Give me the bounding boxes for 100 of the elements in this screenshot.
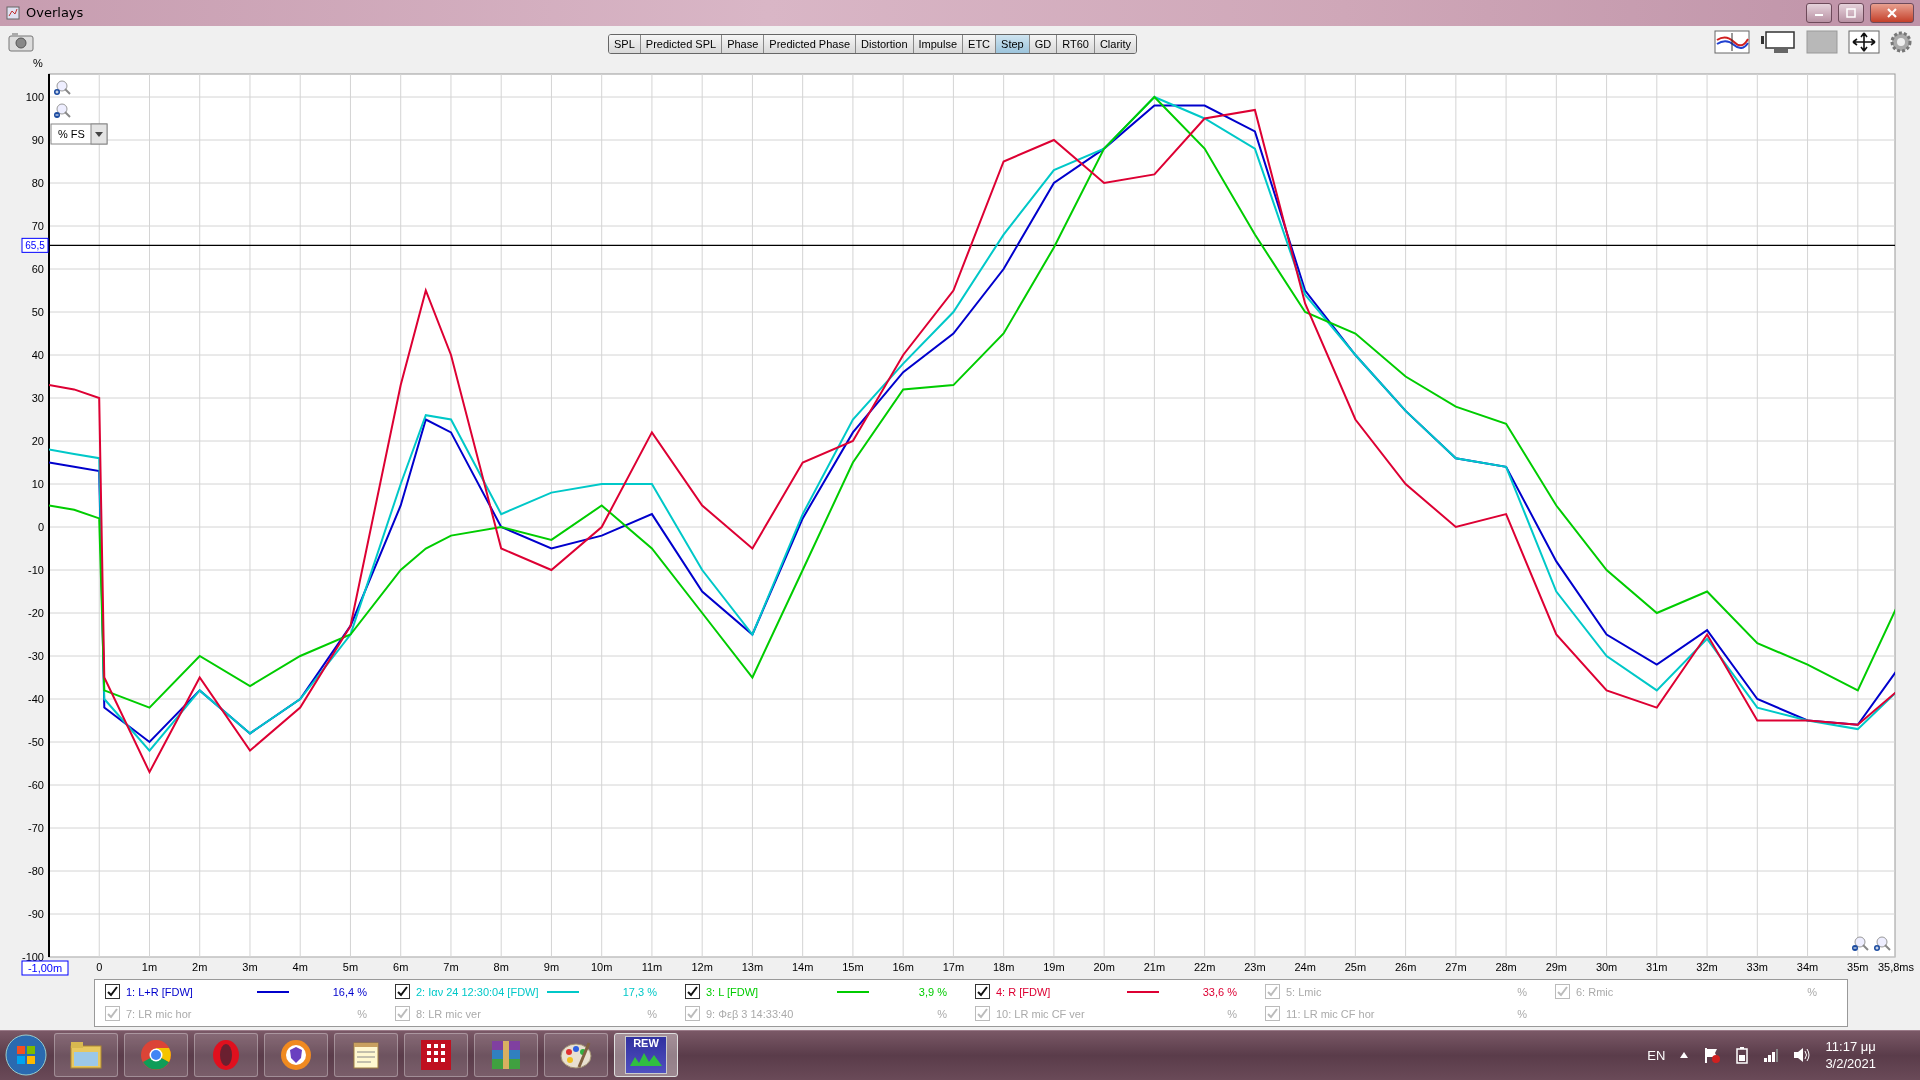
- graph-tab[interactable]: Step: [996, 34, 1030, 53]
- x-tick-label: 32m: [1696, 960, 1718, 973]
- taskbar-app[interactable]: [474, 1033, 538, 1078]
- y-tick-label: -100: [21, 950, 44, 963]
- x-tick-label: 16m: [892, 960, 914, 973]
- graph-tab[interactable]: ETC: [963, 34, 997, 53]
- taskbar-app[interactable]: [264, 1033, 328, 1078]
- x-tick-label: 1m: [141, 960, 158, 973]
- graph-tab[interactable]: Phase: [722, 34, 765, 53]
- x-tick-label: 11m: [641, 960, 663, 973]
- language-indicator[interactable]: EN: [1647, 1047, 1666, 1063]
- x-tick-label: 33m: [1746, 960, 1768, 973]
- series-value: %: [1516, 1007, 1527, 1020]
- graph-tab[interactable]: Predicted SPL: [640, 34, 723, 53]
- graph-tab[interactable]: Predicted Phase: [764, 34, 857, 53]
- x-tick-label: 29m: [1545, 960, 1568, 973]
- overlay-lines-icon[interactable]: [1714, 30, 1750, 55]
- taskbar-app[interactable]: [544, 1033, 608, 1078]
- graph-tab[interactable]: SPL: [609, 34, 641, 53]
- x-tick-label: 35m: [1847, 960, 1869, 973]
- y-tick-label: 60: [31, 262, 44, 275]
- settings-icon[interactable]: [1890, 31, 1912, 54]
- rew-logo: REW: [625, 1036, 667, 1075]
- x-tick-label: 0: [96, 960, 103, 973]
- series-label: 2: Ιαν 24 12:30:04 [FDW]: [416, 985, 540, 998]
- flag-icon[interactable]: [1703, 1046, 1722, 1065]
- y-tick-label: 50: [31, 305, 44, 318]
- speaker-icon[interactable]: [1793, 1047, 1812, 1064]
- series-value: %: [1806, 985, 1817, 998]
- taskbar-app[interactable]: REW: [614, 1033, 678, 1078]
- series-value: %: [936, 1007, 947, 1020]
- x-tick-label: 24m: [1294, 960, 1316, 973]
- zoom-in-icon[interactable]: [1874, 936, 1891, 951]
- y-tick-label: 20: [31, 434, 44, 447]
- x-tick-label: 25m: [1344, 960, 1367, 973]
- x-tick-label: 18m: [992, 960, 1015, 973]
- notepad-icon: [351, 1040, 381, 1071]
- taskbar-app[interactable]: [334, 1033, 398, 1078]
- series-value: %: [1226, 1007, 1237, 1020]
- x-tick-label: 20m: [1093, 960, 1115, 973]
- series-label: 10: LR mic CF ver: [996, 1007, 1086, 1020]
- minimize-button[interactable]: [1806, 2, 1832, 23]
- series-label: 5: Lmic: [1286, 985, 1323, 998]
- x-tick-label: 4m: [292, 960, 308, 973]
- start-button[interactable]: [4, 1033, 48, 1078]
- expand-arrows-icon[interactable]: [1848, 30, 1880, 55]
- zoom-in-icon[interactable]: [54, 80, 71, 95]
- cursor-line[interactable]: [48, 244, 1896, 246]
- maximize-icon: [1846, 7, 1856, 18]
- taskbar-app[interactable]: [194, 1033, 258, 1078]
- y-tick-label: 10: [31, 477, 44, 490]
- y-tick-label: -20: [28, 606, 44, 619]
- x-tick-label: 23m: [1244, 960, 1266, 973]
- taskbar-app[interactable]: [404, 1033, 468, 1078]
- y-tick-label: -80: [28, 864, 44, 877]
- x-tick-label: 3m: [242, 960, 258, 973]
- x-tick-label: 2m: [192, 960, 208, 973]
- series-label: 8: LR mic ver: [416, 1007, 482, 1020]
- x-tick-label: 6m: [393, 960, 409, 973]
- folder-icon: [69, 1040, 103, 1071]
- series-label: 7: LR mic hor: [126, 1007, 193, 1020]
- opera-icon: [211, 1039, 241, 1072]
- signal-icon[interactable]: [1763, 1047, 1780, 1064]
- unit-dropdown[interactable]: % FS: [50, 123, 108, 145]
- x-tick-label: 31m: [1646, 960, 1668, 973]
- y-tick-label: 0: [37, 520, 44, 533]
- chrome-icon: [140, 1039, 172, 1072]
- range-end-label: 35,8ms: [1877, 960, 1915, 973]
- series-checkbox[interactable]: [685, 984, 700, 1000]
- y-tick-label: 90: [31, 133, 44, 146]
- x-tick-label: 13m: [741, 960, 764, 973]
- graph-tab[interactable]: GD: [1029, 34, 1058, 53]
- close-icon: [1886, 6, 1898, 19]
- x-tick-label: 27m: [1445, 960, 1467, 973]
- show-hidden-icons-icon[interactable]: [1679, 1051, 1690, 1060]
- y-tick-label: -70: [28, 821, 44, 834]
- y-tick-label: -30: [28, 649, 44, 662]
- series-label: 6: Rmic: [1576, 985, 1615, 998]
- clock[interactable]: 11:17 μμ 3/2/2021: [1825, 1039, 1876, 1072]
- series-checkbox[interactable]: [105, 984, 120, 1000]
- range-start-label[interactable]: -1,00m: [21, 960, 69, 976]
- x-tick-label: 8m: [493, 960, 509, 973]
- y-tick-label: -90: [28, 907, 44, 920]
- graph-tab[interactable]: Clarity: [1094, 34, 1137, 53]
- y-tick-label: -10: [28, 563, 44, 576]
- maximize-button[interactable]: [1838, 2, 1864, 23]
- graph-tab[interactable]: RT60: [1057, 34, 1095, 53]
- x-tick-label: 15m: [842, 960, 864, 973]
- close-button[interactable]: [1870, 2, 1914, 23]
- zoom-out-icon[interactable]: [1852, 936, 1869, 951]
- taskbar-app[interactable]: [54, 1033, 118, 1078]
- graph-tab[interactable]: Distortion: [856, 34, 914, 53]
- series-checkbox[interactable]: [975, 984, 990, 1000]
- battery-icon[interactable]: [1735, 1046, 1750, 1065]
- window-layout-icon[interactable]: [1760, 30, 1796, 55]
- taskbar-app[interactable]: [124, 1033, 188, 1078]
- camera-icon[interactable]: [8, 32, 34, 53]
- series-checkbox[interactable]: [395, 984, 410, 1000]
- zoom-out-icon[interactable]: [54, 103, 71, 118]
- graph-tab[interactable]: Impulse: [913, 34, 964, 53]
